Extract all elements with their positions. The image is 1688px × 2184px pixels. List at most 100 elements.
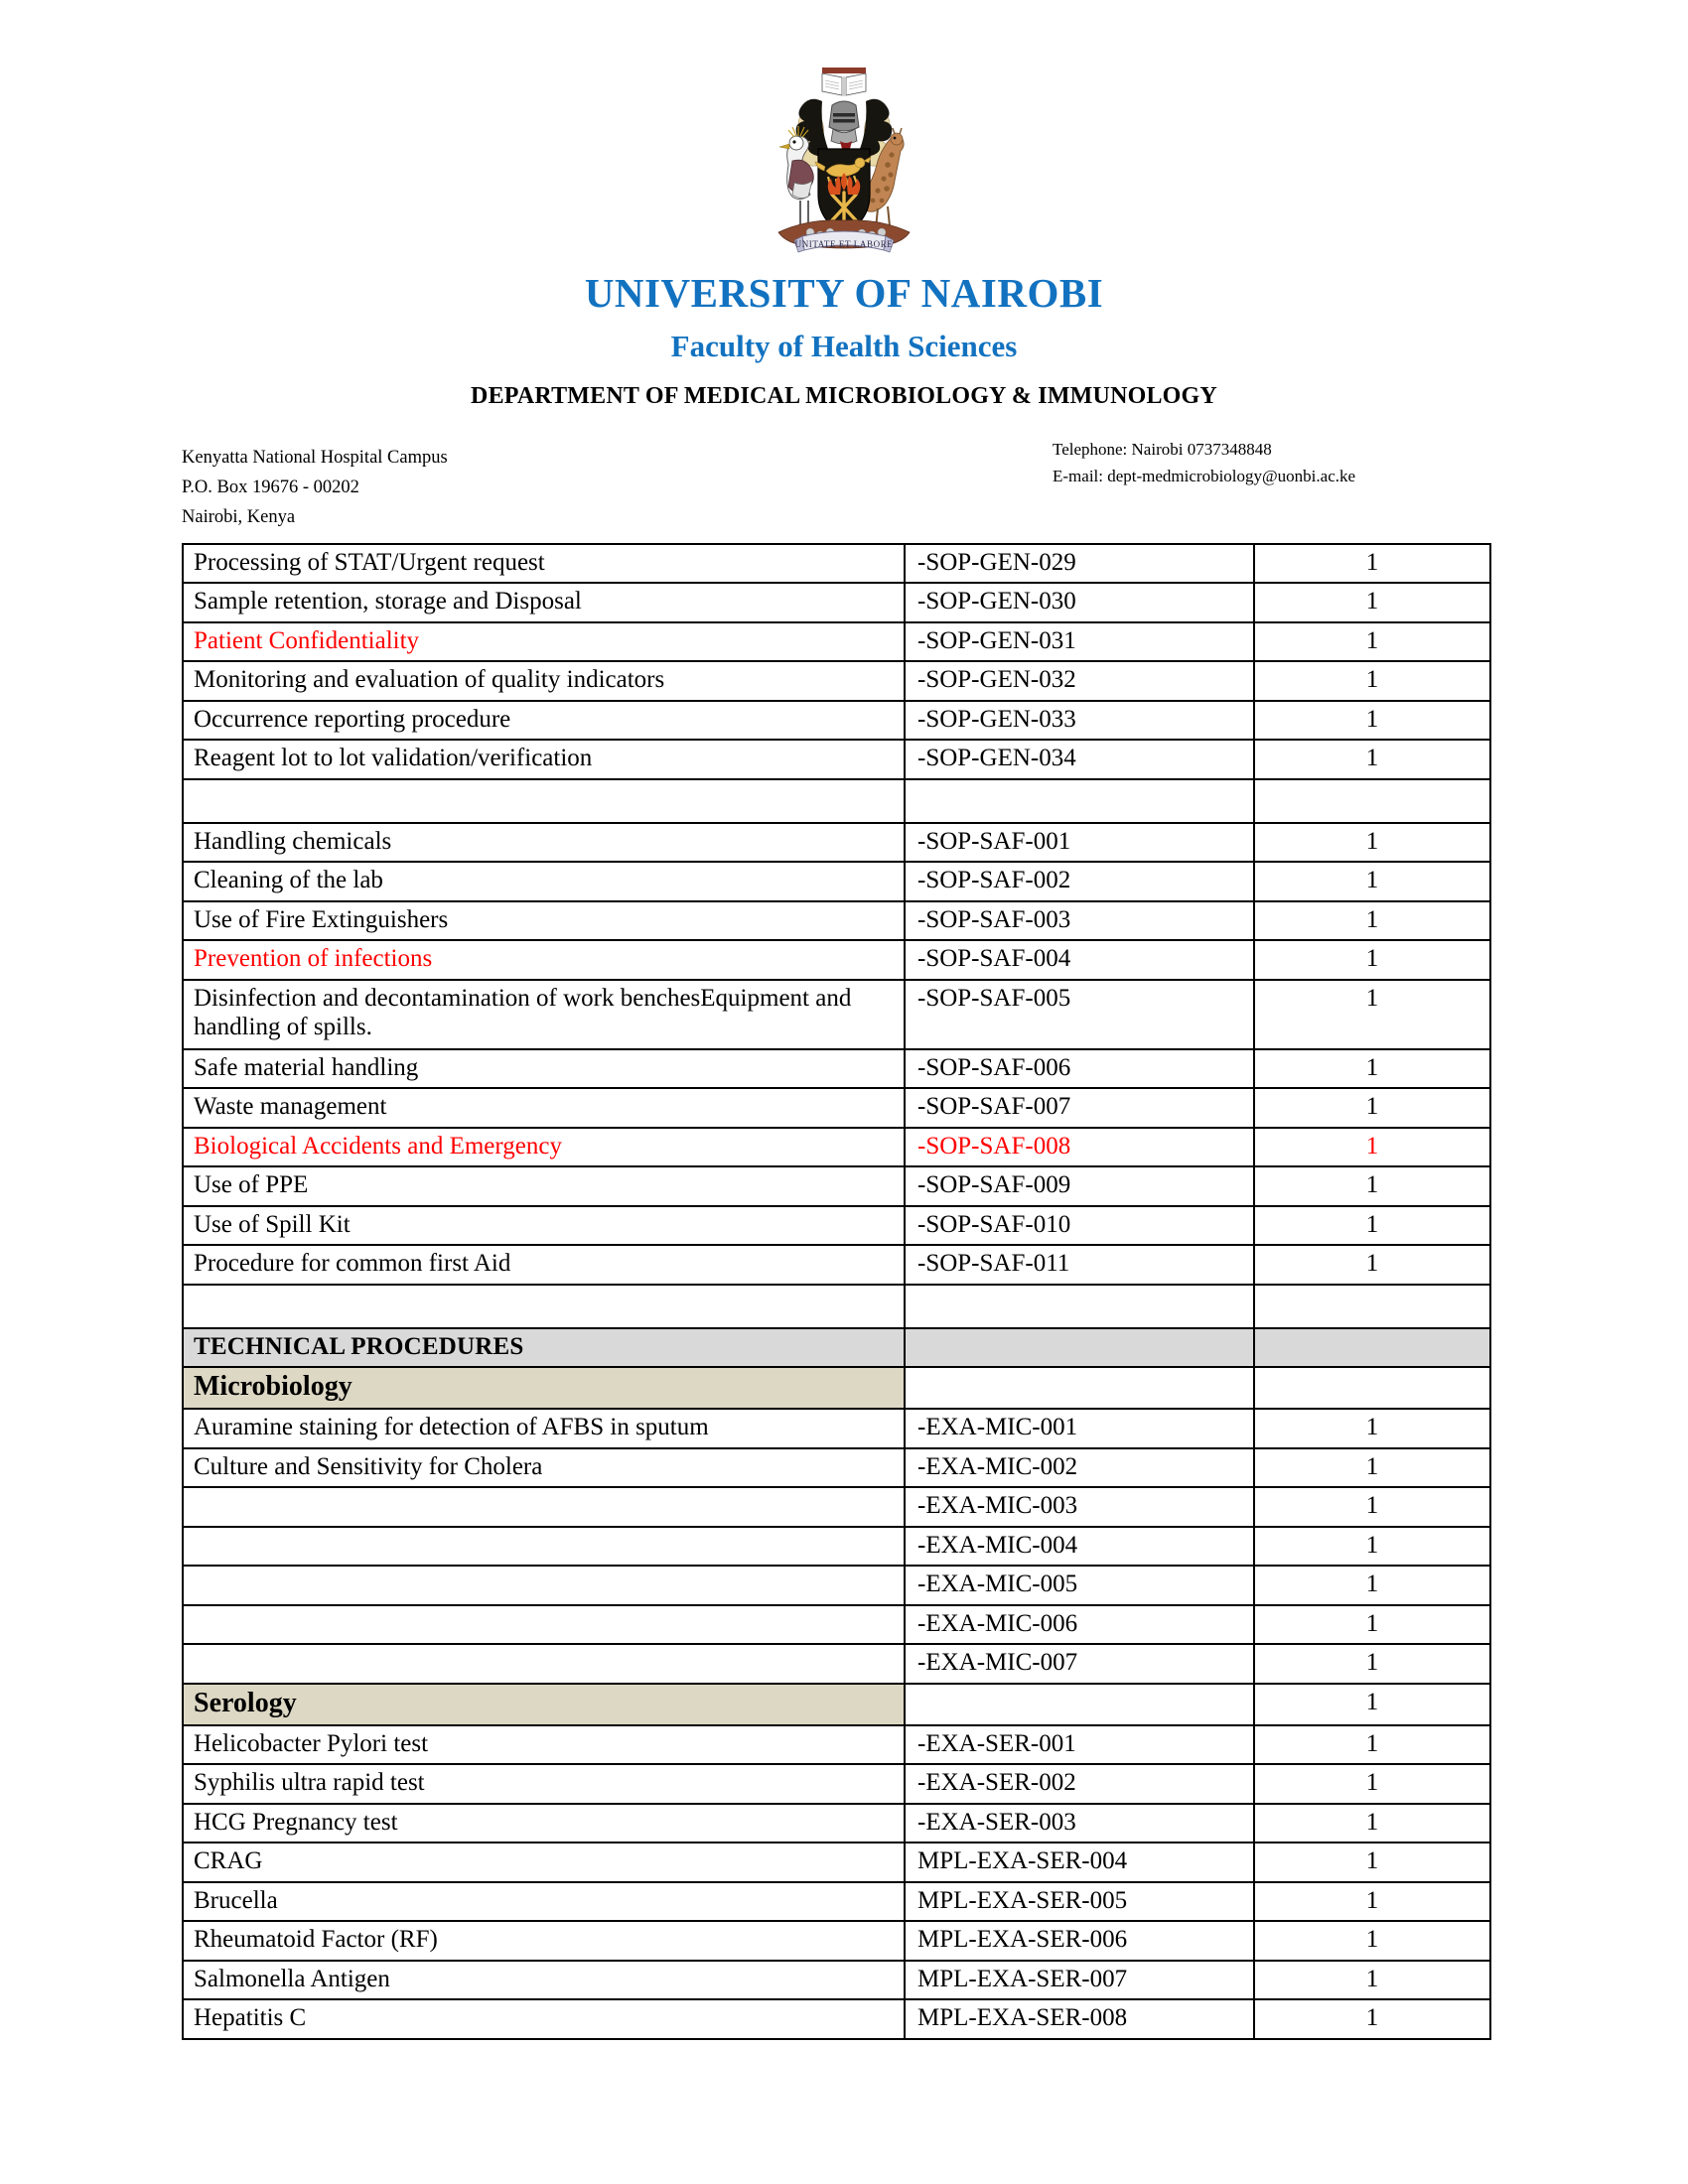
table-row: Procedure for common first Aid -SOP-SAF-0… (182, 1244, 1491, 1286)
copies-count-cell: 1 (1253, 1525, 1491, 1568)
table-row: Use of Fire Extinguishers -SOP-SAF-003 1 (182, 899, 1491, 942)
copies-count-cell: 1 (1253, 899, 1491, 942)
copies-count-cell: 1 (1253, 739, 1491, 780)
section-header-cell: Microbiology (182, 1366, 906, 1411)
copies-count-cell: 1 (1253, 939, 1491, 981)
document-code-cell: -SOP-GEN-030 (904, 582, 1255, 623)
copies-count-cell: 1 (1253, 1920, 1491, 1962)
table-row: Serology 1 (182, 1682, 1491, 1726)
university-crest-icon: UNITATE ET LABORE (777, 68, 911, 253)
crest-container: UNITATE ET LABORE (0, 0, 1688, 260)
address-line-2: P.O. Box 19676 - 00202 (182, 477, 359, 497)
procedure-name-cell: Occurrence reporting procedure (182, 699, 906, 742)
department-title: DEPARTMENT OF MEDICAL MICROBIOLOGY & IMM… (471, 382, 1217, 409)
document-code-cell: -SOP-GEN-032 (904, 660, 1255, 702)
document-code-cell (904, 777, 1255, 824)
procedure-name-cell: Safe material handling (182, 1047, 906, 1090)
table-row: CRAG MPL-EXA-SER-004 1 (182, 1842, 1491, 1883)
document-code-cell: -EXA-SER-002 (904, 1763, 1255, 1805)
table-row: Sample retention, storage and Disposal -S… (182, 582, 1491, 623)
copies-count-cell: 1 (1253, 1763, 1491, 1805)
copies-count-cell: 1 (1253, 861, 1491, 902)
procedure-name-cell (182, 1525, 906, 1568)
procedure-name-cell: Auramine staining for detection of AFBS … (182, 1408, 906, 1449)
table-row: HCG Pregnancy test -EXA-SER-003 1 (182, 1802, 1491, 1844)
table-row: Culture and Sensitivity for Cholera -EXA-… (182, 1446, 1491, 1489)
document-code-cell: -EXA-SER-001 (904, 1723, 1255, 1766)
copies-count-cell: 1 (1253, 1643, 1491, 1685)
procedure-name-cell (182, 1603, 906, 1646)
table-row: Patient Confidentiality -SOP-GEN-031 1 (182, 620, 1491, 663)
document-code-cell: -SOP-SAF-009 (904, 1165, 1255, 1207)
document-code-cell: -EXA-MIC-007 (904, 1643, 1255, 1685)
table-row (182, 1283, 1491, 1329)
document-code-cell: -SOP-SAF-003 (904, 899, 1255, 942)
email-line: E-mail: dept-medmicrobiology@uonbi.ac.ke (1053, 467, 1356, 486)
table-row: -EXA-MIC-007 1 (182, 1643, 1491, 1685)
document-code-cell (904, 1326, 1255, 1369)
table-row: Cleaning of the lab -SOP-SAF-002 1 (182, 861, 1491, 902)
table-row: Prevention of infections -SOP-SAF-004 1 (182, 939, 1491, 981)
table-row (182, 777, 1491, 824)
copies-count-cell: 1 (1253, 1047, 1491, 1090)
table-row: Use of PPE -SOP-SAF-009 1 (182, 1165, 1491, 1207)
copies-count-cell: 1 (1253, 1408, 1491, 1449)
copies-count-cell (1253, 777, 1491, 824)
procedure-name-cell: Salmonella Antigen (182, 1959, 906, 2001)
procedure-name-cell (182, 1486, 906, 1528)
copies-count-cell: 1 (1253, 821, 1491, 864)
table-row: Disinfection and decontamination of work… (182, 978, 1491, 1050)
document-code-cell: MPL-EXA-SER-006 (904, 1920, 1255, 1962)
table-row: Safe material handling -SOP-SAF-006 1 (182, 1047, 1491, 1090)
procedure-name-cell: Monitoring and evaluation of quality ind… (182, 660, 906, 702)
copies-count-cell: 1 (1253, 1880, 1491, 1923)
table-row: Microbiology (182, 1366, 1491, 1411)
copies-count-cell: 1 (1253, 660, 1491, 702)
copies-count-cell: 1 (1253, 699, 1491, 742)
procedure-name-cell: Use of PPE (182, 1165, 906, 1207)
document-code-cell: MPL-EXA-SER-008 (904, 1998, 1255, 2040)
table-row: TECHNICAL PROCEDURES (182, 1326, 1491, 1369)
table-row: Reagent lot to lot validation/verificati… (182, 739, 1491, 780)
contact-details-block: Telephone: Nairobi 0737348848 E-mail: de… (1053, 436, 1355, 490)
procedure-name-cell: Handling chemicals (182, 821, 906, 864)
copies-count-cell: 1 (1253, 1603, 1491, 1646)
document-code-cell: -SOP-SAF-002 (904, 861, 1255, 902)
document-code-cell: MPL-EXA-SER-007 (904, 1959, 1255, 2001)
copies-count-cell: 1 (1253, 1087, 1491, 1129)
copies-count-cell (1253, 1326, 1491, 1369)
copies-count-cell: 1 (1253, 620, 1491, 663)
procedure-name-cell: Rheumatoid Factor (RF) (182, 1920, 906, 1962)
table-row: Handling chemicals -SOP-SAF-001 1 (182, 821, 1491, 864)
procedure-name-cell: Syphilis ultra rapid test (182, 1763, 906, 1805)
procedure-name-cell: Disinfection and decontamination of work… (182, 978, 906, 1050)
copies-count-cell: 1 (1253, 1998, 1491, 2040)
copies-count-cell: 1 (1253, 1723, 1491, 1766)
table-row: Biological Accidents and Emergency -SOP-S… (182, 1126, 1491, 1168)
procedure-name-cell (182, 1643, 906, 1685)
address-line-1: Kenyatta National Hospital Campus (182, 447, 448, 468)
document-code-cell: MPL-EXA-SER-004 (904, 1842, 1255, 1883)
procedure-name-cell: Use of Spill Kit (182, 1204, 906, 1247)
address-line-3: Nairobi, Kenya (182, 506, 296, 527)
copies-count-cell: 1 (1253, 1486, 1491, 1528)
document-code-cell: -SOP-SAF-010 (904, 1204, 1255, 1247)
table-row: Use of Spill Kit -SOP-SAF-010 1 (182, 1204, 1491, 1247)
copies-count-cell: 1 (1253, 1682, 1491, 1726)
sop-master-list-table: Processing of STAT/Urgent request -SOP-GE… (182, 542, 1491, 2040)
procedure-name-cell: Helicobacter Pylori test (182, 1723, 906, 1766)
document-code-cell (904, 1366, 1255, 1411)
table-row: Helicobacter Pylori test -EXA-SER-001 1 (182, 1723, 1491, 1766)
copies-count-cell: 1 (1253, 1165, 1491, 1207)
document-code-cell: -SOP-SAF-007 (904, 1087, 1255, 1129)
contact-block: Kenyatta National Hospital Campus P.O. B… (0, 440, 1688, 535)
table-row: Brucella MPL-EXA-SER-005 1 (182, 1880, 1491, 1923)
copies-count-cell: 1 (1253, 582, 1491, 623)
document-page: UNITATE ET LABORE UNIVERSITY OF NAIROBI … (0, 0, 1688, 2184)
document-code-cell: -SOP-SAF-001 (904, 821, 1255, 864)
procedure-name-cell: Hepatitis C (182, 1998, 906, 2040)
table-row: Salmonella Antigen MPL-EXA-SER-007 1 (182, 1959, 1491, 2001)
address-block: Kenyatta National Hospital Campus P.O. B… (182, 444, 448, 533)
table-row: Auramine staining for detection of AFBS … (182, 1408, 1491, 1449)
table-row: Occurrence reporting procedure -SOP-GEN-0… (182, 699, 1491, 742)
